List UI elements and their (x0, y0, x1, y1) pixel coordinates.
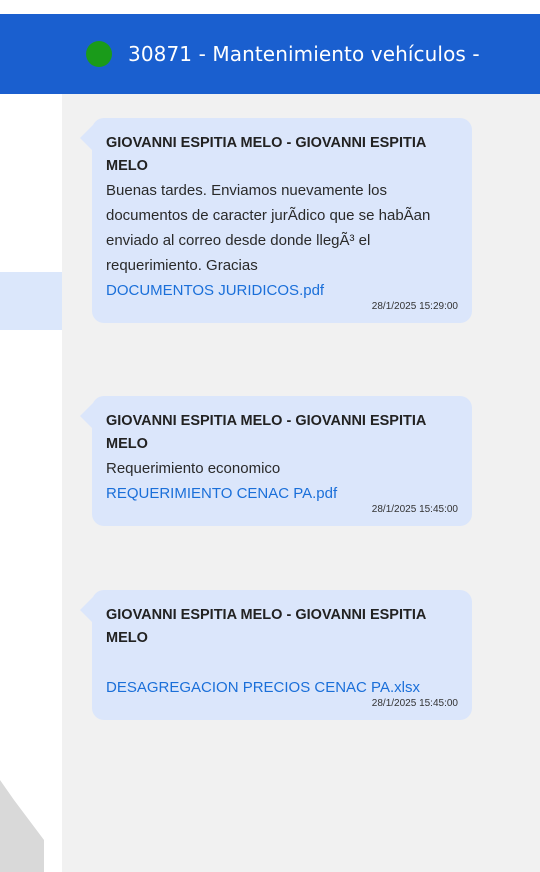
message-sender: GIOVANNI ESPITIA MELO - GIOVANNI ESPITIA… (106, 413, 426, 452)
background-gray-shape (0, 780, 44, 872)
message-text: Buenas tardes. Enviamos nuevamente los d… (106, 182, 431, 274)
chat-panel: 30871 - Mantenimiento vehículos - GIOVAN… (62, 14, 540, 872)
message-text (106, 650, 458, 675)
message-bubble: GIOVANNI ESPITIA MELO - GIOVANNI ESPITIA… (80, 590, 472, 720)
background-selected-item (0, 272, 62, 330)
attachment-link[interactable]: REQUERIMIENTO CENAC PA.pdf (106, 481, 458, 506)
chat-header: 30871 - Mantenimiento vehículos - (62, 14, 540, 94)
attachment-link[interactable]: DOCUMENTOS JURIDICOS.pdf (106, 278, 458, 303)
message-sender: GIOVANNI ESPITIA MELO - GIOVANNI ESPITIA… (106, 135, 426, 174)
attachment-link[interactable]: DESAGREGACION PRECIOS CENAC PA.xlsx (106, 675, 458, 700)
page: 30871 - Mantenimiento vehículos - GIOVAN… (0, 0, 540, 872)
online-status-icon (86, 41, 112, 67)
message-sender: GIOVANNI ESPITIA MELO - GIOVANNI ESPITIA… (106, 607, 426, 646)
background-header-strip (0, 14, 62, 94)
message-text: Requerimiento economico (106, 460, 281, 477)
message-bubble: GIOVANNI ESPITIA MELO - GIOVANNI ESPITIA… (80, 118, 472, 323)
message-bubble: GIOVANNI ESPITIA MELO - GIOVANNI ESPITIA… (80, 396, 472, 526)
chat-title: 30871 - Mantenimiento vehículos - (128, 42, 480, 66)
